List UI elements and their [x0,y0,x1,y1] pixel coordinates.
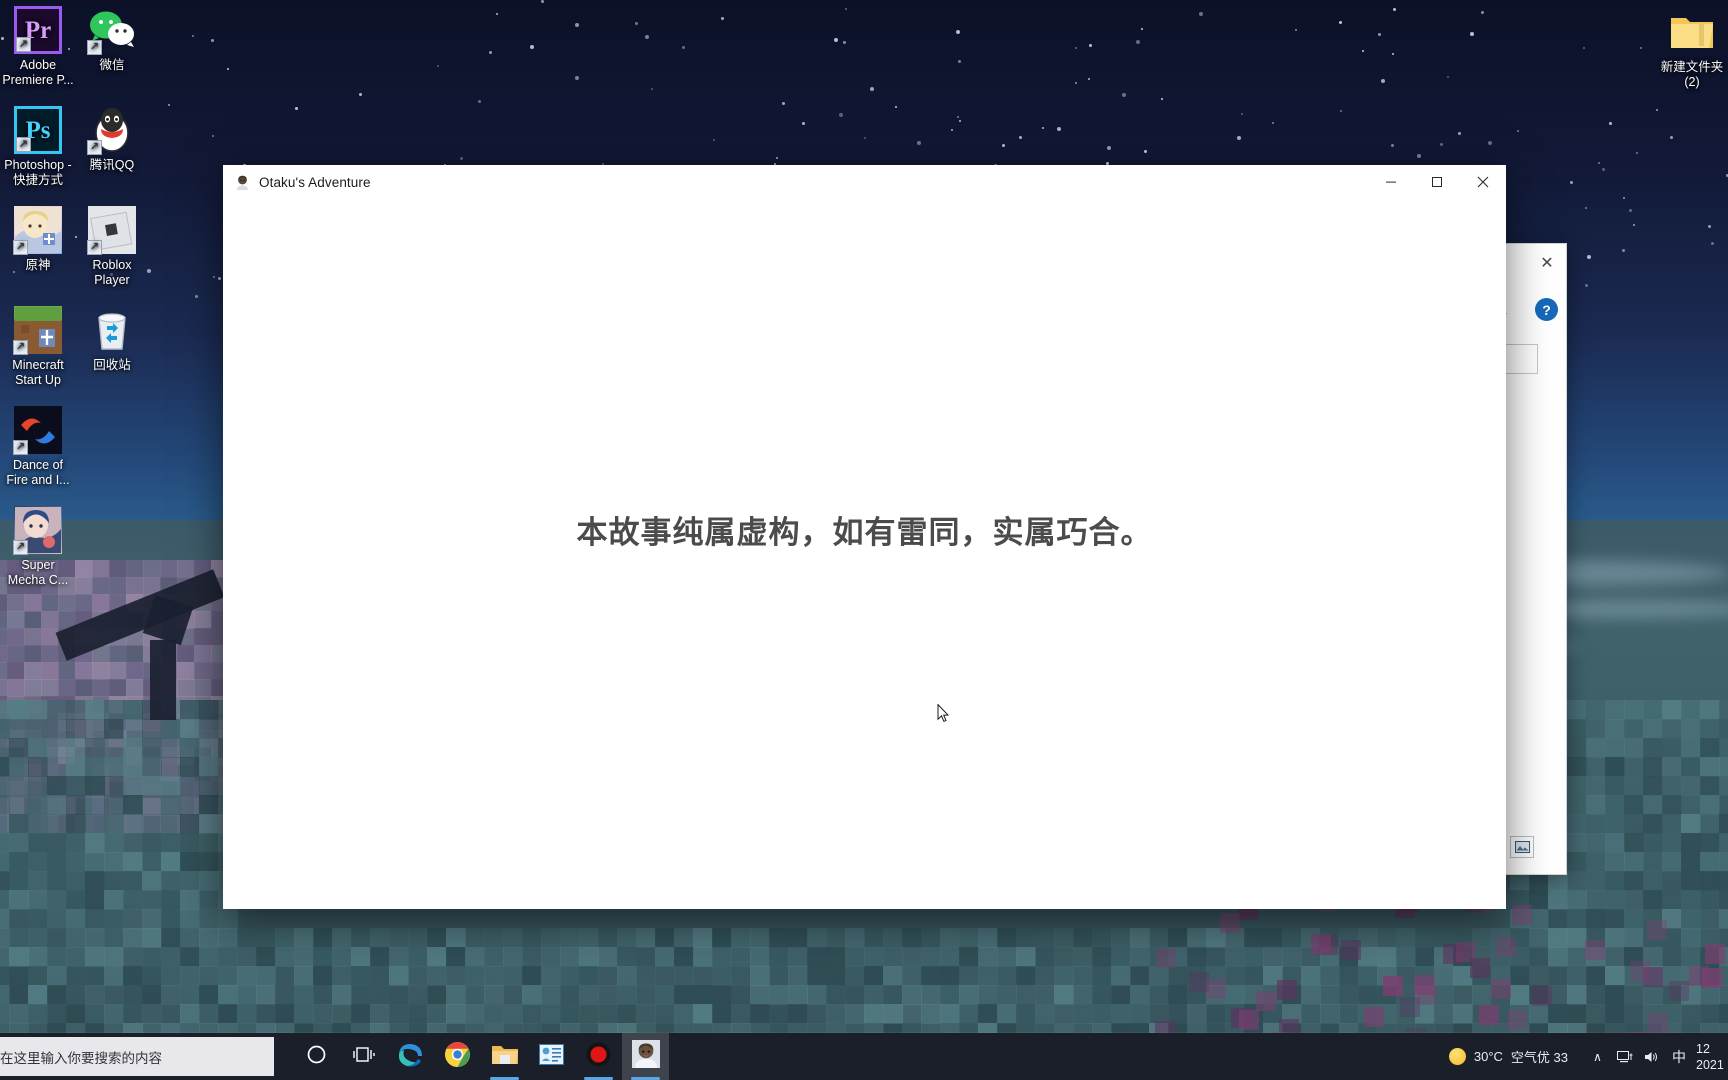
maximize-button[interactable] [1414,165,1460,200]
microsoft-edge-button[interactable] [387,1033,434,1080]
background-window-close-icon[interactable]: ✕ [1536,252,1558,274]
photoshop-icon: Ps ↗ [14,106,62,154]
background-window-view-toolbar [1498,836,1566,866]
clock-date: 2021 [1696,1057,1724,1072]
desktop-icon-label: 回收站 [93,358,131,372]
shortcut-arrow-icon: ↗ [87,40,102,55]
new-folder-2-icon [1668,8,1716,56]
task-view-button[interactable] [340,1033,387,1080]
wechat-icon: ↗ [87,6,136,55]
weather-widget[interactable]: 30°C 空气优 33 [1448,1047,1568,1066]
circle-icon [307,1045,326,1069]
thumbnail-view-icon [1514,841,1530,853]
google-chrome-button[interactable] [434,1033,481,1080]
shortcut-arrow-icon: ↗ [13,340,28,355]
close-button[interactable] [1460,165,1506,200]
desktop-icon-label: Super Mecha C... [7,558,69,587]
sun-icon [1448,1048,1466,1065]
mouse-cursor [937,703,950,723]
network-button[interactable] [1611,1033,1638,1080]
tencent-qq-icon: ↗ [87,106,136,155]
desktop-icon-label: 新建文件夹 (2) [1660,60,1724,89]
desktop-icon-tencent-qq[interactable]: ↗ 腾讯QQ [60,106,164,173]
tray-air-quality: 空气优 33 [1510,1050,1568,1065]
tray-temperature: 30°C [1473,1049,1503,1064]
desktop-icon-new-folder-2[interactable]: 新建文件夹 (2) [1640,8,1728,90]
view-thumbnails-button[interactable] [1510,836,1534,858]
show-hidden-icons-button[interactable]: ∧ [1584,1033,1611,1080]
dance-of-fire-and-ice-icon: ↗ [13,406,62,455]
adobe-premiere-icon: Pr ↗ [14,6,62,54]
desktop-icon-label: Roblox Player [92,258,132,287]
minimize-icon [1386,181,1396,183]
clock-time: 12 [1696,1041,1710,1056]
desktop-icon-wechat[interactable]: ↗ 微信 [60,6,164,73]
recycle-bin-icon [88,306,136,354]
ime-indicator[interactable]: 中 [1665,1047,1693,1067]
close-icon [1477,176,1489,188]
network-icon [1616,1050,1632,1062]
desktop-icon-label: 微信 [99,58,125,72]
taskbar-search-input[interactable]: 在这里输入你要搜索的内容 [0,1037,274,1076]
help-icon[interactable]: ? [1535,298,1558,321]
system-tray: 30°C 空气优 33 ∧ 中 12 2021 [1448,1033,1728,1080]
roblox-player-icon: ↗ [87,206,136,255]
taskbar-app-buttons [293,1033,669,1080]
shortcut-arrow-icon: ↗ [87,140,102,155]
desktop-icon-roblox-player[interactable]: ↗ Roblox Player [60,206,164,288]
shortcut-arrow-icon: ↗ [13,240,28,255]
taskbar-clock[interactable]: 12 2021 [1696,1041,1726,1073]
minecraft-start-up-icon: ↗ [13,306,62,355]
window-title: Otaku's Adventure [259,174,371,190]
game-content-area[interactable]: 本故事纯属虚构，如有雷同，实属巧合。 [223,200,1506,909]
chevron-up-icon: ∧ [1593,1049,1602,1064]
otaku-adventure-window[interactable]: Otaku's Adventure 本故事纯属虚构，如有雷同，实属巧合。 [223,165,1506,909]
volume-button[interactable] [1638,1033,1665,1080]
edge-icon [397,1041,424,1073]
chrome-icon [444,1041,471,1073]
shortcut-arrow-icon: ↗ [16,37,31,52]
shortcut-arrow-icon: ↗ [13,440,28,455]
shortcut-arrow-icon: ↗ [13,540,28,555]
super-mecha-champions-icon: ↗ [13,506,62,555]
otaku-character-icon [234,174,251,191]
shortcut-arrow-icon: ↗ [16,137,31,152]
maximize-icon [1432,177,1442,187]
task-view-icon [352,1045,375,1069]
otaku-character-icon [631,1040,660,1073]
desktop-icon-label: 腾讯QQ [89,158,135,172]
desktop-icon-recycle-bin[interactable]: 回收站 [60,306,164,373]
screen-recorder-button[interactable] [575,1033,622,1080]
window-controls [1368,165,1506,200]
volume-icon [1644,1051,1657,1062]
record-icon [586,1042,611,1072]
genshin-impact-icon: ↗ [13,206,62,255]
desktop-icon-label: Dance of Fire and I... [6,458,70,487]
desktop-icon-super-mecha-champions[interactable]: ↗ Super Mecha C... [0,506,90,588]
file-explorer-button[interactable] [481,1033,528,1080]
desktop-icon-dance-of-fire-and-ice[interactable]: ↗ Dance of Fire and I... [0,406,90,488]
story-disclaimer-text: 本故事纯属虚构，如有雷同，实属巧合。 [576,515,1153,551]
cortana-button[interactable] [293,1033,340,1080]
window-titlebar[interactable]: Otaku's Adventure [223,165,1506,200]
shortcut-arrow-icon: ↗ [87,240,102,255]
wps-presentation-button[interactable] [528,1033,575,1080]
otaku-adventure-button[interactable] [622,1033,669,1080]
windows-taskbar: 在这里输入你要搜索的内容 30°C 空气优 33 ∧ 中 12 2021 [0,1033,1728,1080]
background-window-titlebar: ✕ [1498,244,1566,292]
folder-icon [491,1043,519,1071]
minimize-button[interactable] [1368,165,1414,200]
background-window-toolbar: ⌄ ? [1498,292,1566,334]
presentation-icon [539,1043,564,1070]
background-explorer-window[interactable]: ✕ ⌄ ? [1497,243,1567,875]
